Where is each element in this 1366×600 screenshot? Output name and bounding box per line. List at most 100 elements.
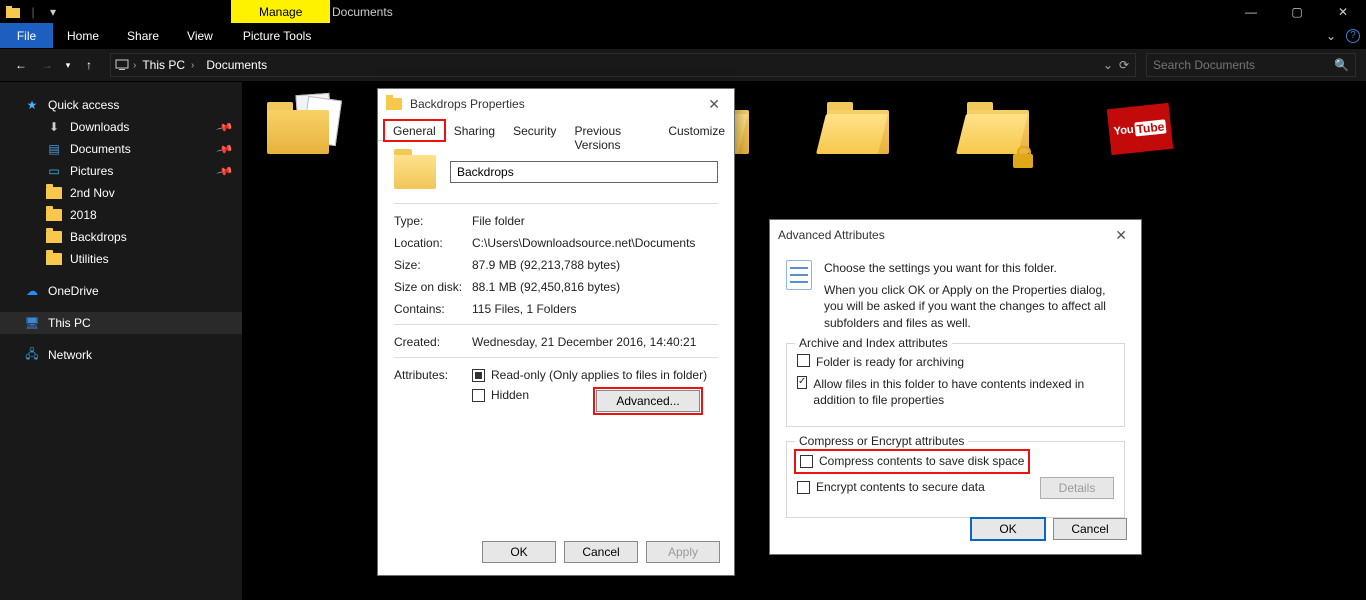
ok-button[interactable]: OK — [482, 541, 556, 563]
sidebar-2nd-nov[interactable]: 2nd Nov — [0, 182, 242, 204]
recent-locations-dropdown[interactable]: ▾ — [62, 54, 74, 76]
dialog-title: Backdrops Properties — [410, 97, 525, 111]
compress-encrypt-group: Compress or Encrypt attributes Compress … — [786, 441, 1125, 517]
address-bar: ← → ▾ ↑ › This PC› Documents ⌄ ⟳ 🔍 — [0, 48, 1366, 82]
desc-line1: Choose the settings you want for this fo… — [824, 260, 1125, 276]
advanced-attributes-dialog: Advanced Attributes ✕ Choose the setting… — [769, 219, 1142, 555]
explorer-icon — [4, 3, 22, 21]
dialog-title: Advanced Attributes — [778, 228, 885, 242]
pin-icon: 📌 — [216, 140, 234, 158]
back-button[interactable]: ← — [10, 54, 32, 76]
folder-icon — [386, 98, 402, 110]
cancel-button[interactable]: Cancel — [564, 541, 638, 563]
search-icon[interactable]: 🔍 — [1334, 58, 1349, 72]
dialog-buttons: OK Cancel Apply — [482, 541, 720, 563]
tab-sharing[interactable]: Sharing — [445, 120, 504, 141]
view-tab[interactable]: View — [173, 23, 227, 48]
crumb-this-pc[interactable]: This PC› — [136, 58, 200, 72]
sidebar-2018[interactable]: 2018 — [0, 204, 242, 226]
label-type: Type: — [394, 214, 472, 228]
compress-checkbox[interactable] — [800, 455, 813, 468]
label-contains: Contains: — [394, 302, 472, 316]
folder-name-input[interactable] — [450, 161, 718, 183]
close-button[interactable]: ✕ — [1320, 0, 1366, 23]
network-icon: 🖧 — [24, 347, 40, 363]
folder-item-locked[interactable] — [961, 92, 1039, 172]
readonly-label: Read-only (Only applies to files in fold… — [491, 368, 707, 382]
breadcrumb[interactable]: › This PC› Documents ⌄ ⟳ — [110, 53, 1136, 77]
group-label: Compress or Encrypt attributes — [795, 434, 968, 448]
sidebar-documents[interactable]: ▤Documents📌 — [0, 138, 242, 160]
refresh-icon[interactable]: ⟳ — [1119, 58, 1129, 72]
label-attributes: Attributes: — [394, 368, 472, 408]
sidebar-backdrops[interactable]: Backdrops — [0, 226, 242, 248]
forward-button[interactable]: → — [36, 54, 58, 76]
picture-tools-tab[interactable]: Picture Tools — [227, 23, 327, 48]
value-location: C:\Users\Downloadsource.net\Documents — [472, 236, 718, 250]
folder-icon — [46, 209, 62, 221]
folder-item[interactable] — [261, 92, 339, 172]
pc-icon — [111, 59, 133, 71]
ribbon-expand-icon[interactable]: ⌄ — [1326, 29, 1336, 43]
maximize-button[interactable]: ▢ — [1274, 0, 1320, 23]
value-contains: 115 Files, 1 Folders — [472, 302, 718, 316]
youtube-icon: YouTube — [1107, 103, 1173, 155]
contextual-tab-manage[interactable]: Manage — [231, 0, 330, 23]
pin-icon: 📌 — [216, 118, 234, 136]
home-tab[interactable]: Home — [53, 23, 113, 48]
advanced-button[interactable]: Advanced... — [596, 390, 700, 412]
ok-button[interactable]: OK — [971, 518, 1045, 540]
dialog-buttons: OK Cancel — [971, 518, 1127, 540]
sidebar-pictures[interactable]: ▭Pictures📌 — [0, 160, 242, 182]
settings-list-icon — [786, 260, 812, 290]
tab-strip: General Sharing Security Previous Versio… — [378, 119, 734, 141]
search-input[interactable] — [1153, 58, 1313, 72]
desc-line2: When you click OK or Apply on the Proper… — [824, 282, 1125, 331]
pictures-icon: ▭ — [46, 163, 62, 179]
share-tab[interactable]: Share — [113, 23, 173, 48]
dialog-titlebar[interactable]: Advanced Attributes ✕ — [770, 220, 1141, 250]
sidebar-utilities[interactable]: Utilities — [0, 248, 242, 270]
apply-button[interactable]: Apply — [646, 541, 720, 563]
value-size-on-disk: 88.1 MB (92,450,816 bytes) — [472, 280, 718, 294]
address-dropdown-icon[interactable]: ⌄ — [1103, 58, 1113, 72]
sidebar-downloads[interactable]: ⬇Downloads📌 — [0, 116, 242, 138]
tab-customize[interactable]: Customize — [659, 120, 734, 141]
folder-icon — [46, 253, 62, 265]
crumb-documents[interactable]: Documents — [200, 58, 273, 72]
qat-dropdown-icon[interactable]: ▾ — [44, 3, 62, 21]
document-icon: ▤ — [46, 141, 62, 157]
minimize-button[interactable]: — — [1228, 0, 1274, 23]
readonly-checkbox[interactable] — [472, 369, 485, 382]
help-icon[interactable]: ? — [1346, 29, 1360, 43]
hidden-checkbox[interactable] — [472, 389, 485, 402]
pin-icon: 📌 — [216, 162, 234, 180]
value-type: File folder — [472, 214, 718, 228]
sidebar-network[interactable]: 🖧Network — [0, 344, 242, 366]
dialog-titlebar[interactable]: Backdrops Properties ✕ — [378, 89, 734, 119]
up-button[interactable]: ↑ — [78, 54, 100, 76]
tab-security[interactable]: Security — [504, 120, 565, 141]
tab-general[interactable]: General — [384, 120, 445, 141]
cancel-button[interactable]: Cancel — [1053, 518, 1127, 540]
pc-icon: 🖥 — [24, 315, 40, 331]
value-size: 87.9 MB (92,213,788 bytes) — [472, 258, 718, 272]
archive-checkbox[interactable] — [797, 354, 810, 367]
sidebar-this-pc[interactable]: 🖥This PC — [0, 312, 242, 334]
qat-separator: | — [24, 3, 42, 21]
label-created: Created: — [394, 335, 472, 349]
lock-icon — [1013, 154, 1033, 168]
close-icon[interactable]: ✕ — [1109, 227, 1133, 244]
folder-item-youtube[interactable]: YouTube — [1101, 92, 1179, 172]
file-tab[interactable]: File — [0, 23, 53, 48]
encrypt-checkbox[interactable] — [797, 481, 810, 494]
tab-previous-versions[interactable]: Previous Versions — [565, 120, 659, 141]
value-created: Wednesday, 21 December 2016, 14:40:21 — [472, 335, 718, 349]
sidebar-onedrive[interactable]: ☁OneDrive — [0, 280, 242, 302]
folder-icon — [46, 187, 62, 199]
folder-item[interactable] — [821, 92, 899, 172]
search-box[interactable]: 🔍 — [1146, 53, 1356, 77]
index-checkbox[interactable] — [797, 376, 807, 389]
sidebar-quick-access[interactable]: ★Quick access — [0, 94, 242, 116]
close-icon[interactable]: ✕ — [702, 96, 726, 113]
